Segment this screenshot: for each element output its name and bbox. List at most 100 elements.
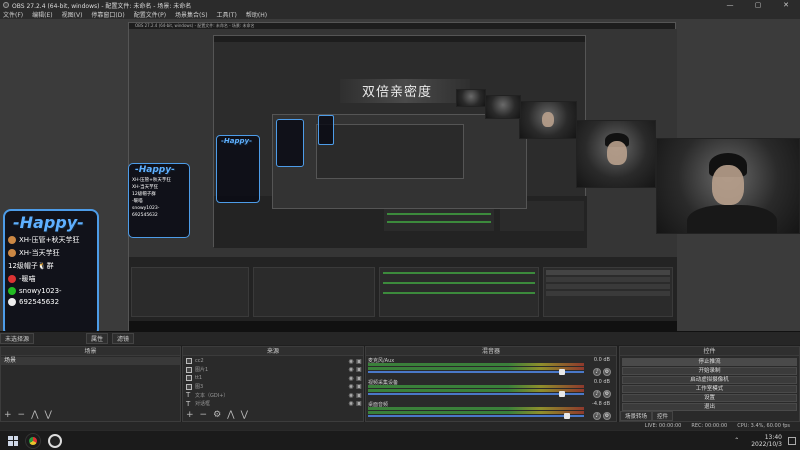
volume-meter xyxy=(368,385,584,388)
volume-slider[interactable] xyxy=(368,393,584,395)
sticker-row-2: XH-当天芋狂 xyxy=(5,245,97,258)
visibility-icon[interactable]: ◉ xyxy=(347,375,355,382)
filters-button[interactable]: 滤镜 xyxy=(112,333,135,344)
visibility-icon[interactable]: ◉ xyxy=(347,383,355,390)
source-item[interactable]: tt1 ◉ ▣ xyxy=(183,374,363,383)
exit-button[interactable]: 退出 xyxy=(622,403,797,411)
menu-profile[interactable]: 配置文件(P) xyxy=(134,10,166,19)
sticker-row-3: 12级帽子🐧群 xyxy=(8,262,54,270)
obs-taskbar-icon[interactable] xyxy=(48,433,62,448)
add-source-button[interactable]: + xyxy=(186,409,194,421)
qq-icon xyxy=(8,298,16,306)
controls-dock: 控件 停止推流 开始录制 启动虚拟摄像机 工作室模式 设置 退出 场景转场 控件 xyxy=(619,346,800,422)
text-source-icon: T xyxy=(186,399,191,408)
image-source-icon xyxy=(186,366,192,373)
preview-canvas[interactable]: OBS 27.2.4 (64-bit, windows) - 配置文件: 未命名… xyxy=(0,19,800,331)
webcam-recursion-1 xyxy=(576,120,656,188)
start-virtual-camera-button[interactable]: 启动虚拟摄像机 xyxy=(622,376,797,384)
menu-help[interactable]: 帮助(H) xyxy=(246,10,267,19)
volume-slider[interactable] xyxy=(368,371,584,373)
stop-streaming-button[interactable]: 停止推流 xyxy=(622,358,797,366)
volume-slider-handle[interactable] xyxy=(559,369,566,375)
menu-tools[interactable]: 工具(T) xyxy=(217,10,237,19)
xiaohongshu-icon xyxy=(8,236,16,244)
window-title: OBS 27.2.4 (64-bit, windows) - 配置文件: 未命名… xyxy=(12,2,192,10)
add-scene-button[interactable]: + xyxy=(4,409,12,421)
source-item[interactable]: T 对话框 ◉ ▣ xyxy=(183,400,363,409)
scene-list-item[interactable]: 场景 xyxy=(1,357,180,365)
lock-icon[interactable]: ▣ xyxy=(355,358,363,365)
menu-edit[interactable]: 编辑(E) xyxy=(32,10,52,19)
move-source-down-button[interactable]: ⋁ xyxy=(241,409,248,421)
status-bar: LIVE: 00:00:00 REC: 00:00:00 CPU: 3.4%, … xyxy=(0,422,800,430)
sticker-row-4: -暖喵 xyxy=(5,271,97,284)
sources-dock: 来源 cc2 ◉ ▣ 图片1 ◉ ▣ tt1 ◉ ▣ 图3 ◉ ▣ T 文本（GDI+） ◉ ▣ T对… xyxy=(182,346,364,422)
tab-scene-transitions[interactable]: 场景转场 xyxy=(620,411,653,421)
info-sticker-recursion-4 xyxy=(318,115,334,145)
source-item[interactable]: T 文本（GDI+） ◉ ▣ xyxy=(183,391,363,400)
studio-mode-button[interactable]: 工作室模式 xyxy=(622,385,797,393)
scene-title-text: 双倍亲密度 xyxy=(362,85,433,100)
chrome-icon[interactable] xyxy=(25,432,41,449)
mixer-dock-title: 混音器 xyxy=(366,347,616,356)
sticker-row-5: snowy1023- xyxy=(5,284,97,295)
webcam-recursion-2 xyxy=(519,101,577,139)
move-source-up-button[interactable]: ⋀ xyxy=(227,409,234,421)
start-recording-button[interactable]: 开始录制 xyxy=(622,367,797,375)
info-sticker: -Happy- XH-压管+秋天芋狂 XH-当天芋狂 12级帽子🐧群 -暖喵 s… xyxy=(3,209,99,331)
close-button[interactable]: ✕ xyxy=(772,0,800,10)
menu-file[interactable]: 文件(F) xyxy=(3,10,23,19)
sticker-row-1: XH-压管+秋天芋狂 xyxy=(5,232,97,245)
sticker-header: -Happy- xyxy=(13,213,84,232)
lock-icon[interactable]: ▣ xyxy=(355,383,363,390)
visibility-icon[interactable]: ◉ xyxy=(347,400,355,407)
lock-icon[interactable]: ▣ xyxy=(355,392,363,399)
scenes-dock-title: 场景 xyxy=(1,347,180,356)
speaker-icon[interactable]: ♪ xyxy=(593,412,601,420)
properties-button[interactable]: 属性 xyxy=(86,333,109,344)
lock-icon[interactable]: ▣ xyxy=(355,366,363,373)
menu-view[interactable]: 视图(V) xyxy=(62,10,83,19)
remove-scene-button[interactable]: − xyxy=(18,409,26,421)
weibo-icon xyxy=(8,275,16,283)
gear-icon[interactable]: ⚙ xyxy=(603,390,611,398)
visibility-icon[interactable]: ◉ xyxy=(347,392,355,399)
source-item[interactable]: cc2 ◉ ▣ xyxy=(183,357,363,366)
source-item[interactable]: 图片1 ◉ ▣ xyxy=(183,366,363,375)
mixer-channel-video-capture: 视频采集设备 0.0 dB ♪ ⚙ xyxy=(368,379,611,398)
speaker-icon[interactable]: ♪ xyxy=(593,368,601,376)
text-source-icon: T xyxy=(186,391,191,400)
webcam-recursion-3 xyxy=(485,95,521,119)
notification-icon[interactable] xyxy=(788,436,796,445)
lock-icon[interactable]: ▣ xyxy=(355,400,363,407)
menu-docks[interactable]: 停靠窗口(D) xyxy=(91,10,124,19)
gear-icon[interactable]: ⚙ xyxy=(603,412,611,420)
move-scene-up-button[interactable]: ⋀ xyxy=(31,409,38,421)
move-scene-down-button[interactable]: ⋁ xyxy=(44,409,51,421)
speaker-icon[interactable]: ♪ xyxy=(593,390,601,398)
volume-meter xyxy=(368,389,584,392)
visibility-icon[interactable]: ◉ xyxy=(347,358,355,365)
windows-start-icon[interactable] xyxy=(8,435,18,446)
remove-source-button[interactable]: − xyxy=(200,409,208,421)
volume-meter xyxy=(368,363,584,366)
menu-scene-collection[interactable]: 场景集合(S) xyxy=(175,10,208,19)
live-status: LIVE: 00:00:00 xyxy=(644,423,682,429)
settings-button[interactable]: 设置 xyxy=(622,394,797,402)
gear-icon[interactable]: ⚙ xyxy=(603,368,611,376)
tray-overflow-icon[interactable]: ⌃ xyxy=(734,437,739,444)
visibility-icon[interactable]: ◉ xyxy=(347,366,355,373)
volume-slider[interactable] xyxy=(368,415,584,417)
source-properties-button[interactable]: ⚙ xyxy=(213,409,221,421)
obs-logo-icon xyxy=(3,2,9,8)
source-item[interactable]: 图3 ◉ ▣ xyxy=(183,383,363,392)
tab-controls[interactable]: 控件 xyxy=(652,411,674,421)
mixer-channel-mic: 麦克风/Aux 0.0 dB ♪ ⚙ xyxy=(368,357,611,376)
lock-icon[interactable]: ▣ xyxy=(355,375,363,382)
clock[interactable]: 13:40 2022/10/3 xyxy=(751,434,782,448)
maximize-button[interactable]: ▢ xyxy=(744,0,772,10)
volume-slider-handle[interactable] xyxy=(563,413,570,419)
nested-obs-window-4 xyxy=(316,124,464,179)
volume-slider-handle[interactable] xyxy=(559,391,566,397)
minimize-button[interactable]: — xyxy=(716,0,744,10)
